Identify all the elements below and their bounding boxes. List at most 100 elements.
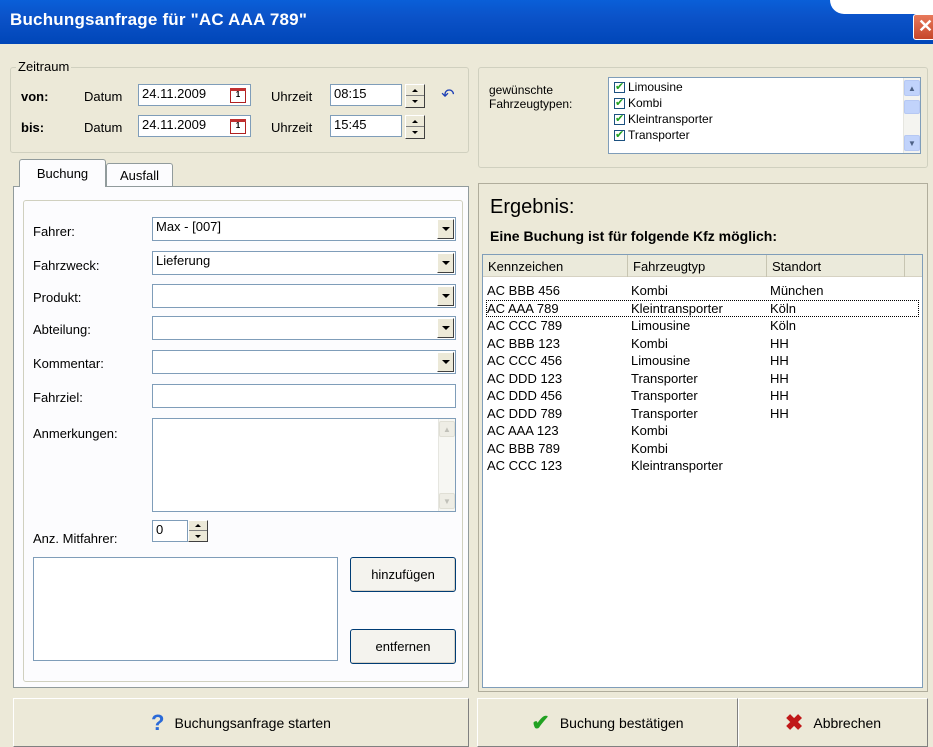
table-row[interactable]: AC CCC 456 Limousine HH [487, 353, 918, 368]
zeitraum-legend: Zeitraum [16, 59, 72, 74]
table-row[interactable]: AC CCC 789 Limousine Köln [487, 318, 918, 333]
table-header: Kennzeichen Fahrzeugtyp Standort [483, 255, 922, 277]
table-row[interactable]: AC CCC 123 Kleintransporter [487, 458, 918, 473]
bis-label: bis: [21, 120, 45, 135]
cell-fahrzeugtyp: Kleintransporter [631, 300, 723, 316]
close-icon: ✕ [918, 16, 933, 36]
von-time-input[interactable]: 08:15 [330, 84, 402, 106]
mitfahrer-spinner[interactable] [188, 520, 208, 542]
scroll-down-icon[interactable]: ▼ [439, 493, 455, 509]
entfernen-button[interactable]: entfernen [350, 629, 456, 664]
kommentar-select[interactable] [152, 350, 456, 374]
fahrer-value: Max - [007] [156, 219, 222, 234]
cell-kennzeichen: AC AAA 789 [487, 300, 559, 316]
ergebnis-subtitle: Eine Buchung ist für folgende Kfz möglic… [490, 228, 777, 244]
spin-up-icon[interactable] [406, 116, 424, 127]
chevron-down-icon[interactable] [437, 219, 454, 239]
cell-kennzeichen: AC CCC 456 [487, 353, 563, 368]
checklist-item-label: Kombi [628, 96, 663, 110]
spin-down-icon[interactable] [406, 127, 424, 138]
fahrziel-input[interactable] [152, 384, 456, 408]
fahrzweck-select[interactable]: Lieferung [152, 251, 456, 275]
confirm-button-label: Buchung bestätigen [559, 714, 684, 731]
checklist-item[interactable]: Transporter [614, 128, 690, 142]
entfernen-label: entfernen [375, 639, 431, 654]
cross-icon: ✖ [784, 709, 804, 735]
abteilung-select[interactable] [152, 316, 456, 340]
fahrer-select[interactable]: Max - [007] [152, 217, 456, 241]
tab-buchung[interactable]: Buchung [19, 159, 106, 187]
mitfahrer-list[interactable] [33, 557, 338, 661]
buchungsanfrage-starten-button[interactable]: ? Buchungsanfrage starten [13, 698, 469, 747]
checkbox[interactable] [614, 112, 625, 125]
table-row[interactable]: AC BBB 456 Kombi München [487, 283, 918, 298]
tab-ausfall[interactable]: Ausfall [106, 163, 173, 187]
calendar-icon[interactable]: 1 [230, 119, 246, 134]
scroll-up-icon[interactable]: ▲ [904, 80, 920, 96]
window-title: Buchungsanfrage für "AC AAA 789" [10, 10, 308, 29]
spin-down-icon[interactable] [189, 531, 207, 541]
checkbox[interactable] [614, 96, 625, 109]
bis-uhrzeit-label: Uhrzeit [271, 120, 313, 135]
anmerkungen-textarea[interactable]: ▲ ▼ [152, 418, 456, 512]
table-row[interactable]: AC DDD 456 Transporter HH [487, 388, 918, 403]
fahrzeugtypen-checklist[interactable]: Limousine Kombi Kleintransporter Transpo… [608, 77, 921, 154]
bis-datum-label: Datum [84, 120, 123, 135]
cell-kennzeichen: AC DDD 123 [487, 370, 563, 386]
column-header-fahrzeugtyp[interactable]: Fahrzeugtyp [628, 255, 767, 277]
cell-kennzeichen: AC CCC 123 [487, 458, 563, 473]
booking-request-window: Buchungsanfrage für "AC AAA 789" ✕ Zeitr… [0, 0, 933, 747]
tab-label: Buchung [36, 166, 89, 181]
produkt-select[interactable] [152, 284, 456, 308]
scroll-thumb[interactable] [904, 100, 920, 114]
title-bar: Buchungsanfrage für "AC AAA 789" [0, 0, 933, 44]
table-row[interactable]: AC BBB 789 Kombi [487, 441, 918, 456]
table-row[interactable]: AC AAA 123 Kombi [487, 423, 918, 438]
hinzufuegen-button[interactable]: hinzufügen [350, 557, 456, 592]
mitfahrer-input[interactable]: 0 [152, 520, 188, 542]
chevron-down-icon[interactable] [437, 286, 454, 306]
cell-standort: HH [770, 388, 789, 403]
von-uhrzeit-label: Uhrzeit [271, 89, 313, 104]
cell-standort: Köln [770, 318, 797, 333]
result-table[interactable]: Kennzeichen Fahrzeugtyp Standort AC BBB … [482, 254, 923, 688]
column-header-kennzeichen[interactable]: Kennzeichen [483, 255, 628, 277]
chevron-down-icon[interactable] [437, 318, 454, 338]
mitfahrer-value: 0 [156, 522, 164, 537]
anmerkungen-scrollbar[interactable]: ▲ ▼ [438, 419, 455, 511]
chevron-down-icon[interactable] [437, 352, 454, 372]
checklist-scrollbar[interactable]: ▲ ▼ [903, 78, 920, 153]
table-row[interactable]: AC AAA 789 Kleintransporter Köln [486, 299, 919, 317]
reset-time-icon[interactable]: ↶ [436, 85, 460, 107]
table-row[interactable]: AC DDD 789 Transporter HH [487, 406, 918, 421]
scroll-up-icon[interactable]: ▲ [439, 421, 455, 437]
checklist-item[interactable]: Kleintransporter [614, 112, 713, 126]
start-button-label: Buchungsanfrage starten [174, 714, 331, 731]
chevron-down-icon[interactable] [437, 253, 454, 273]
spin-up-icon[interactable] [406, 85, 424, 96]
table-row[interactable]: AC DDD 123 Transporter HH [487, 371, 918, 386]
von-date-value: 24.11.2009 [142, 86, 207, 101]
bis-time-spinner[interactable] [405, 115, 425, 139]
table-row[interactable]: AC BBB 123 Kombi HH [487, 336, 918, 351]
checkbox[interactable] [614, 128, 625, 141]
buchung-bestaetigen-button[interactable]: ✔ Buchung bestätigen [477, 698, 738, 747]
fahrzeugtypen-label-1: gewünschte [489, 83, 554, 97]
calendar-icon[interactable]: 1 [230, 88, 246, 103]
spin-up-icon[interactable] [189, 521, 207, 531]
checklist-item[interactable]: Kombi [614, 96, 662, 110]
von-time-spinner[interactable] [405, 84, 425, 108]
cell-fahrzeugtyp: Kleintransporter [631, 458, 723, 473]
bis-time-input[interactable]: 15:45 [330, 115, 402, 137]
abbrechen-button[interactable]: ✖ Abbrechen [738, 698, 928, 747]
checkbox[interactable] [614, 80, 625, 93]
checklist-item[interactable]: Limousine [614, 80, 683, 94]
cell-fahrzeugtyp: Kombi [631, 283, 668, 298]
scroll-down-icon[interactable]: ▼ [904, 135, 920, 151]
spin-down-icon[interactable] [406, 96, 424, 107]
cell-kennzeichen: AC DDD 789 [487, 405, 563, 421]
cell-fahrzeugtyp: Limousine [631, 353, 691, 368]
close-button[interactable]: ✕ [913, 14, 933, 40]
cell-standort: HH [770, 405, 789, 421]
column-header-standort[interactable]: Standort [767, 255, 905, 277]
